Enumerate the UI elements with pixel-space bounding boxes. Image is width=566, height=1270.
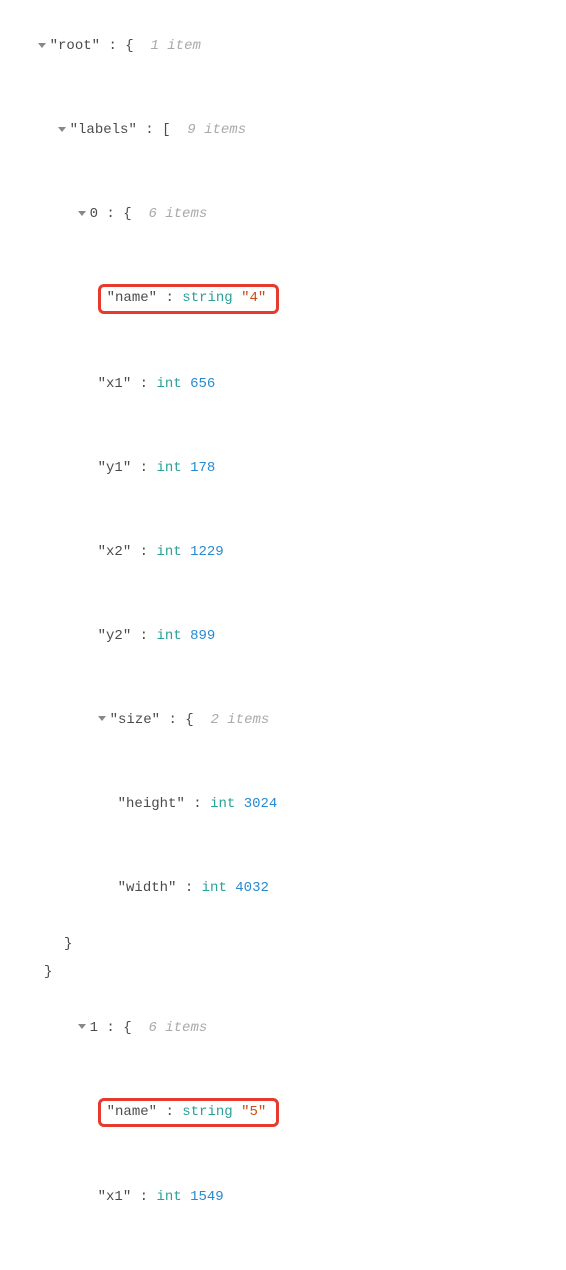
- x1-key: x1: [106, 1189, 123, 1205]
- root-meta: 1 item: [150, 38, 200, 54]
- y1-key: y1: [106, 460, 123, 476]
- x1-key: x1: [106, 376, 123, 392]
- height-field: "height" : int 3024: [0, 762, 566, 846]
- x2-field: "x2" : int 1229: [0, 510, 566, 594]
- name-key: name: [115, 290, 149, 306]
- json-tree-viewer: "root" : { 1 item "labels" : [ 9 items 0…: [0, 0, 566, 1270]
- y2-value: 899: [190, 628, 215, 644]
- size-meta: 2 items: [210, 712, 269, 728]
- x2-key: x2: [106, 544, 123, 560]
- closing-brace: }: [0, 930, 566, 958]
- item-meta: 6 items: [148, 1020, 207, 1036]
- height-key: height: [126, 796, 176, 812]
- x1-value: 1549: [190, 1189, 224, 1205]
- closing-brace: }: [0, 958, 566, 986]
- labels-meta: 9 items: [187, 122, 246, 138]
- x2-value: 1229: [190, 544, 224, 560]
- x1-field: "x1" : int 1549: [0, 1155, 566, 1239]
- item-meta: 6 items: [148, 206, 207, 222]
- y1-value: 178: [190, 460, 215, 476]
- type-label: int: [156, 460, 181, 476]
- name-value: "5": [241, 1104, 266, 1120]
- chevron-down-icon[interactable]: [78, 1024, 86, 1029]
- chevron-down-icon[interactable]: [38, 43, 46, 48]
- y1-field: "y1" : int 178: [0, 1239, 566, 1270]
- root-key: root: [58, 38, 92, 54]
- type-label: string: [182, 1104, 232, 1120]
- y1-field: "y1" : int 178: [0, 426, 566, 510]
- name-field: "name" : string "4": [0, 256, 566, 342]
- width-field: "width" : int 4032: [0, 846, 566, 930]
- highlight-box: "name" : string "5": [98, 1098, 280, 1128]
- x1-field: "x1" : int 656: [0, 342, 566, 426]
- size-key: size: [118, 712, 152, 728]
- labels-node[interactable]: "labels" : [ 9 items: [0, 88, 566, 172]
- size-node[interactable]: "size" : { 2 items: [0, 678, 566, 762]
- array-item-1[interactable]: 1 : { 6 items: [0, 986, 566, 1070]
- type-label: int: [210, 796, 235, 812]
- type-label: int: [202, 880, 227, 896]
- array-item-0[interactable]: 0 : { 6 items: [0, 172, 566, 256]
- name-field: "name" : string "5": [0, 1070, 566, 1156]
- y2-key: y2: [106, 628, 123, 644]
- item-index: 1: [90, 1020, 98, 1036]
- type-label: string: [182, 290, 232, 306]
- chevron-down-icon[interactable]: [98, 716, 106, 721]
- labels-key: labels: [78, 122, 128, 138]
- name-key: name: [115, 1104, 149, 1120]
- type-label: int: [156, 544, 181, 560]
- y2-field: "y2" : int 899: [0, 594, 566, 678]
- type-label: int: [156, 1189, 181, 1205]
- name-value: "4": [241, 290, 266, 306]
- type-label: int: [156, 376, 181, 392]
- x1-value: 656: [190, 376, 215, 392]
- item-index: 0: [90, 206, 98, 222]
- width-value: 4032: [235, 880, 269, 896]
- root-node[interactable]: "root" : { 1 item: [0, 4, 566, 88]
- height-value: 3024: [244, 796, 278, 812]
- type-label: int: [156, 628, 181, 644]
- width-key: width: [126, 880, 168, 896]
- chevron-down-icon[interactable]: [58, 127, 66, 132]
- highlight-box: "name" : string "4": [98, 284, 280, 314]
- chevron-down-icon[interactable]: [78, 211, 86, 216]
